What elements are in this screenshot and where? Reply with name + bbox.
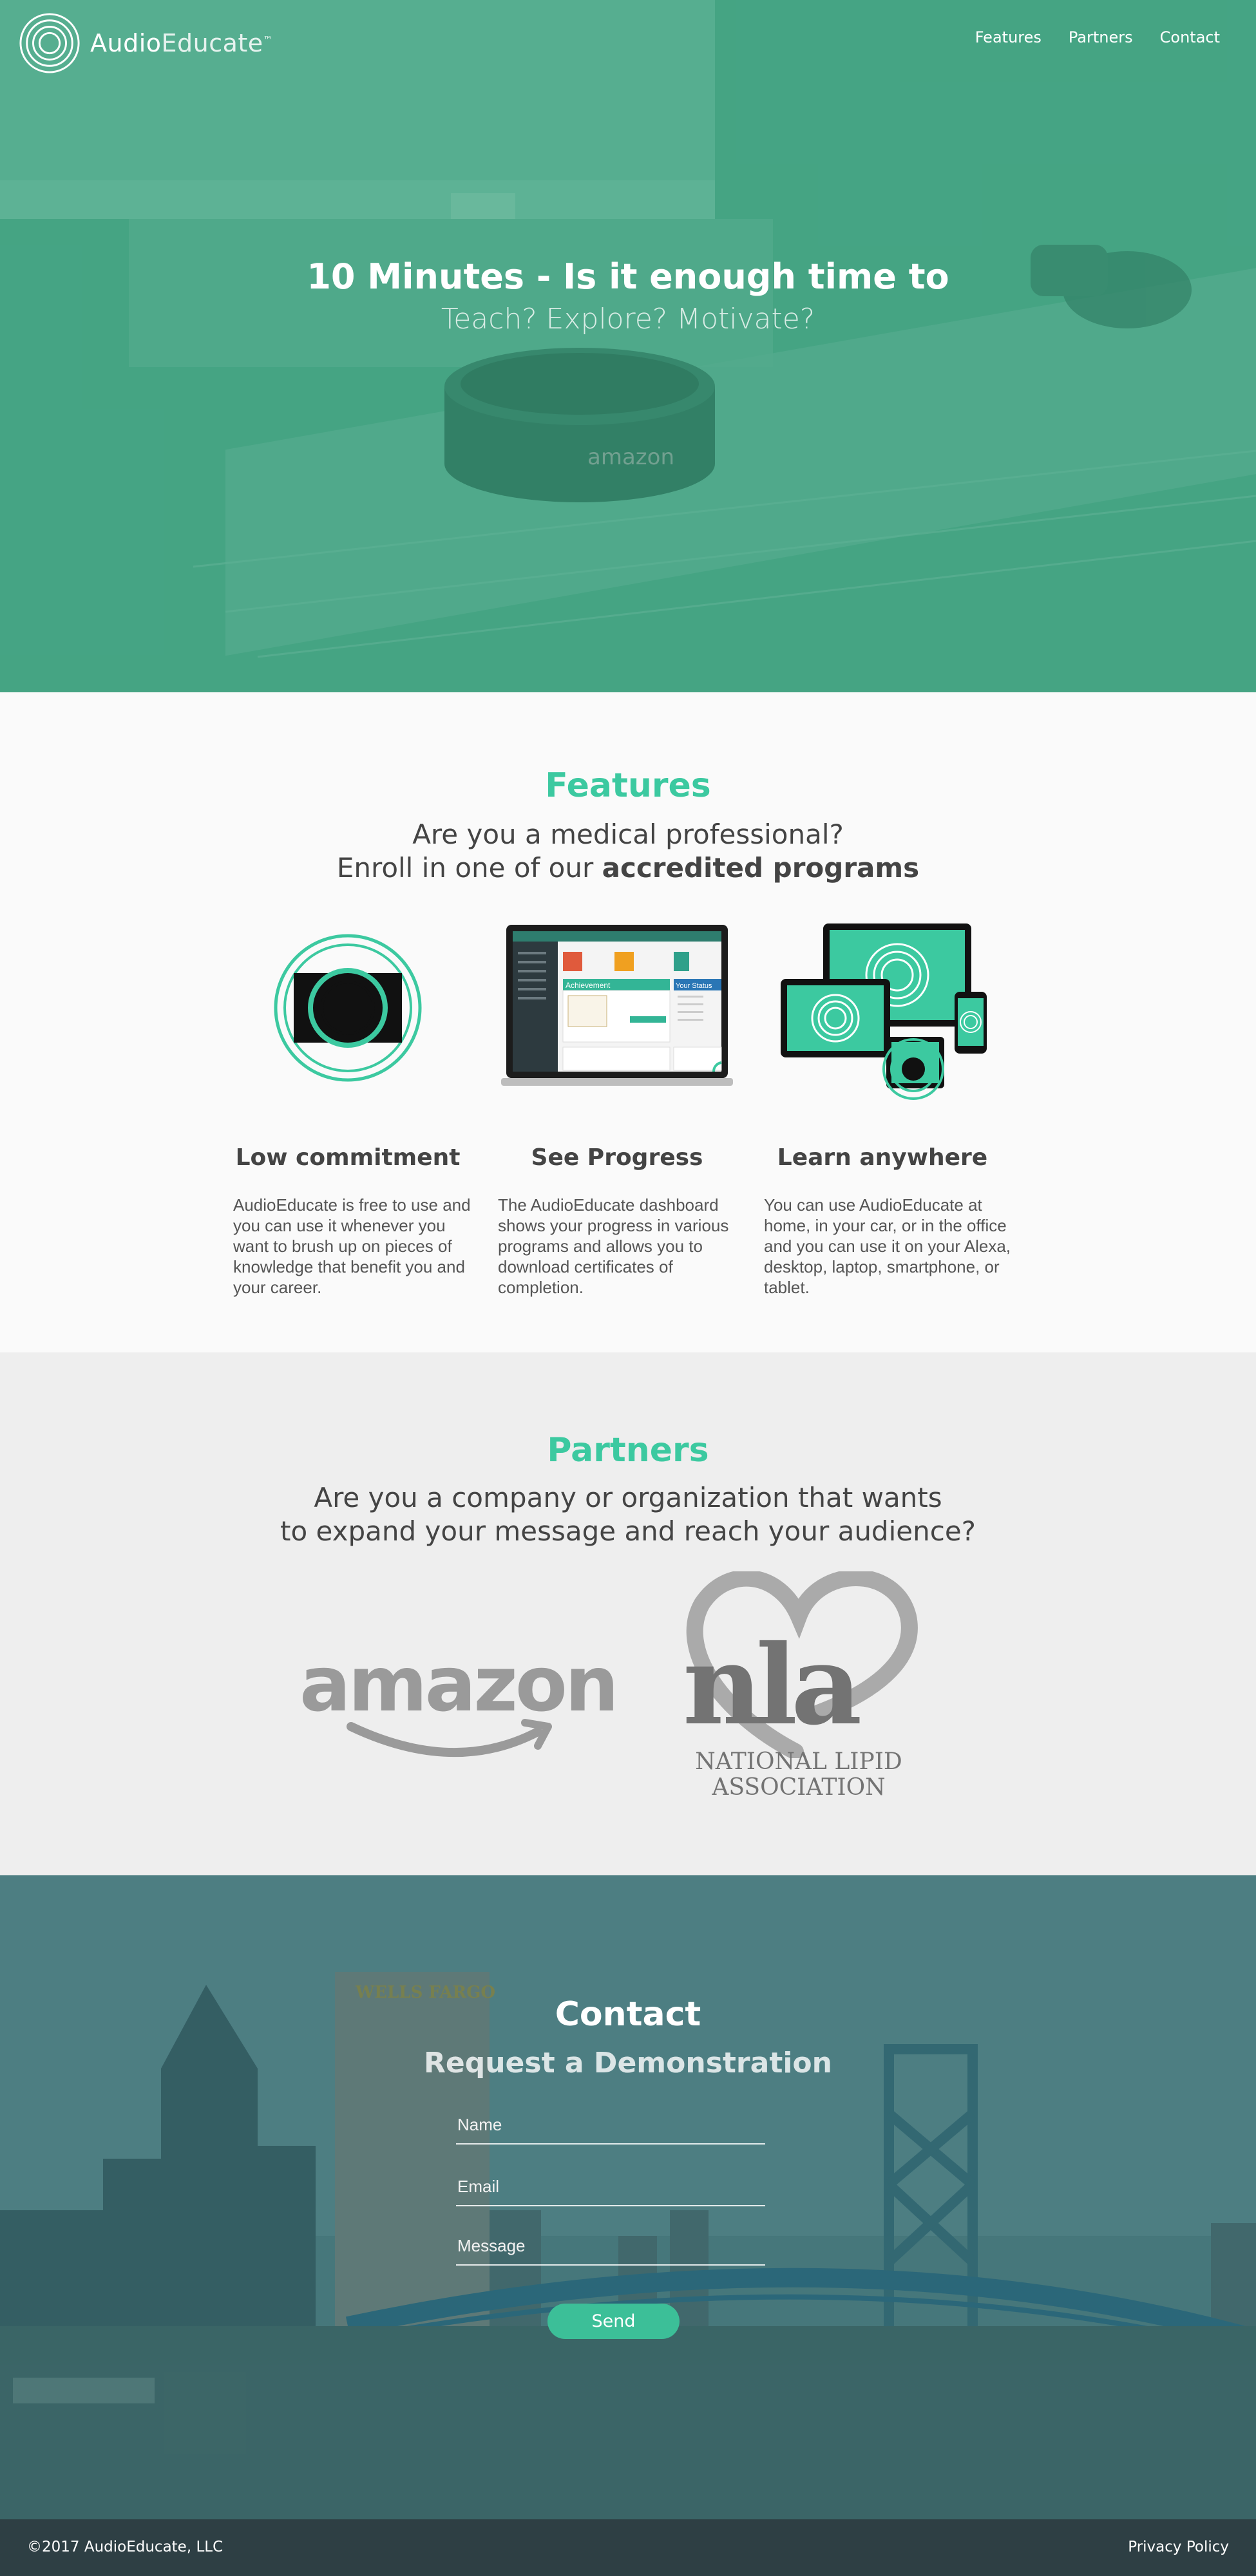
dashboard-laptop-icon: Achievement Your Status	[501, 925, 733, 1086]
partners-heading: Partners	[547, 1431, 709, 1470]
audio-rings-logo-icon	[19, 13, 80, 73]
hero-device-label: amazon	[587, 444, 674, 470]
brand-name-bold: Audio	[90, 29, 162, 57]
feature-title: Learn anywhere	[777, 1144, 988, 1171]
nla-name-line1: NATIONAL LIPID	[695, 1748, 902, 1775]
contact-heading: Contact	[555, 1995, 701, 2034]
amazon-smile-arrow-icon	[347, 1719, 552, 1757]
nav-link-partners[interactable]: Partners	[1069, 28, 1133, 46]
hero-color-overlay	[0, 0, 1256, 692]
hero-subtitle: Teach? Explore? Motivate?	[441, 303, 815, 336]
feature-title: Low commitment	[235, 1144, 461, 1171]
partners-lead: Are you a company or organization that w…	[0, 1481, 1256, 1548]
feature-title: See Progress	[531, 1144, 703, 1171]
trademark-symbol: ™	[263, 35, 273, 46]
message-field[interactable]	[456, 2227, 765, 2266]
name-field[interactable]	[456, 2106, 765, 2145]
privacy-policy-link[interactable]: Privacy Policy	[1128, 2539, 1229, 2555]
brand-logo[interactable]: AudioEducate™	[18, 12, 272, 75]
feature-body: The AudioEducate dashboard shows your pr…	[498, 1195, 729, 1297]
nav-links: Features Partners Contact	[975, 28, 1220, 46]
dashboard-card-title: Achievement	[566, 981, 611, 990]
brand-name: AudioEducate™	[90, 29, 272, 57]
features-heading: Features	[545, 766, 711, 805]
nla-partner-logo[interactable]: nla NATIONAL LIPID ASSOCIATION	[683, 1571, 921, 1810]
hero-section: amazon AudioEducate™ Features Partners C…	[0, 0, 1256, 692]
amazon-wordmark: amazon	[300, 1640, 619, 1728]
features-lead-line1: Are you a medical professional?	[412, 819, 844, 850]
copyright-text: ©2017 AudioEducate, LLC	[27, 2539, 224, 2555]
partners-lead-line2: to expand your message and reach your au…	[280, 1515, 976, 1547]
site-footer: ©2017 AudioEducate, LLC Privacy Policy	[0, 2519, 1256, 2576]
nla-mark: nla	[683, 1621, 862, 1750]
email-field[interactable]	[456, 2168, 765, 2206]
send-button[interactable]: Send	[547, 2304, 680, 2339]
nav-link-features[interactable]: Features	[975, 28, 1042, 46]
features-lead-prefix: Enroll in one of our	[336, 852, 602, 884]
nav-link-contact[interactable]: Contact	[1160, 28, 1220, 46]
amazon-partner-logo[interactable]: amazon	[300, 1640, 619, 1774]
brand-name-light: Educate	[161, 29, 263, 57]
contact-subheading: Request a Demonstration	[424, 2047, 832, 2079]
multi-device-icon	[781, 923, 987, 1100]
low-commitment-icon	[274, 934, 422, 1082]
top-navigation: AudioEducate™ Features Partners Contact	[0, 0, 1256, 84]
feature-body: AudioEducate is free to use and you can …	[233, 1195, 471, 1297]
features-section: Features Are you a medical professional?…	[0, 692, 1256, 1352]
nla-name-line2: ASSOCIATION	[712, 1774, 886, 1801]
hero-title: 10 Minutes - Is it enough time to	[307, 256, 949, 297]
partners-lead-line1: Are you a company or organization that w…	[314, 1482, 942, 1513]
features-lead: Are you a medical professional? Enroll i…	[0, 818, 1256, 885]
feature-body: You can use AudioEducate at home, in you…	[764, 1195, 1011, 1297]
partners-section: Partners Are you a company or organizati…	[0, 1352, 1256, 1875]
features-lead-bold: accredited programs	[602, 852, 920, 884]
dashboard-side-title: Your Status	[676, 982, 712, 990]
